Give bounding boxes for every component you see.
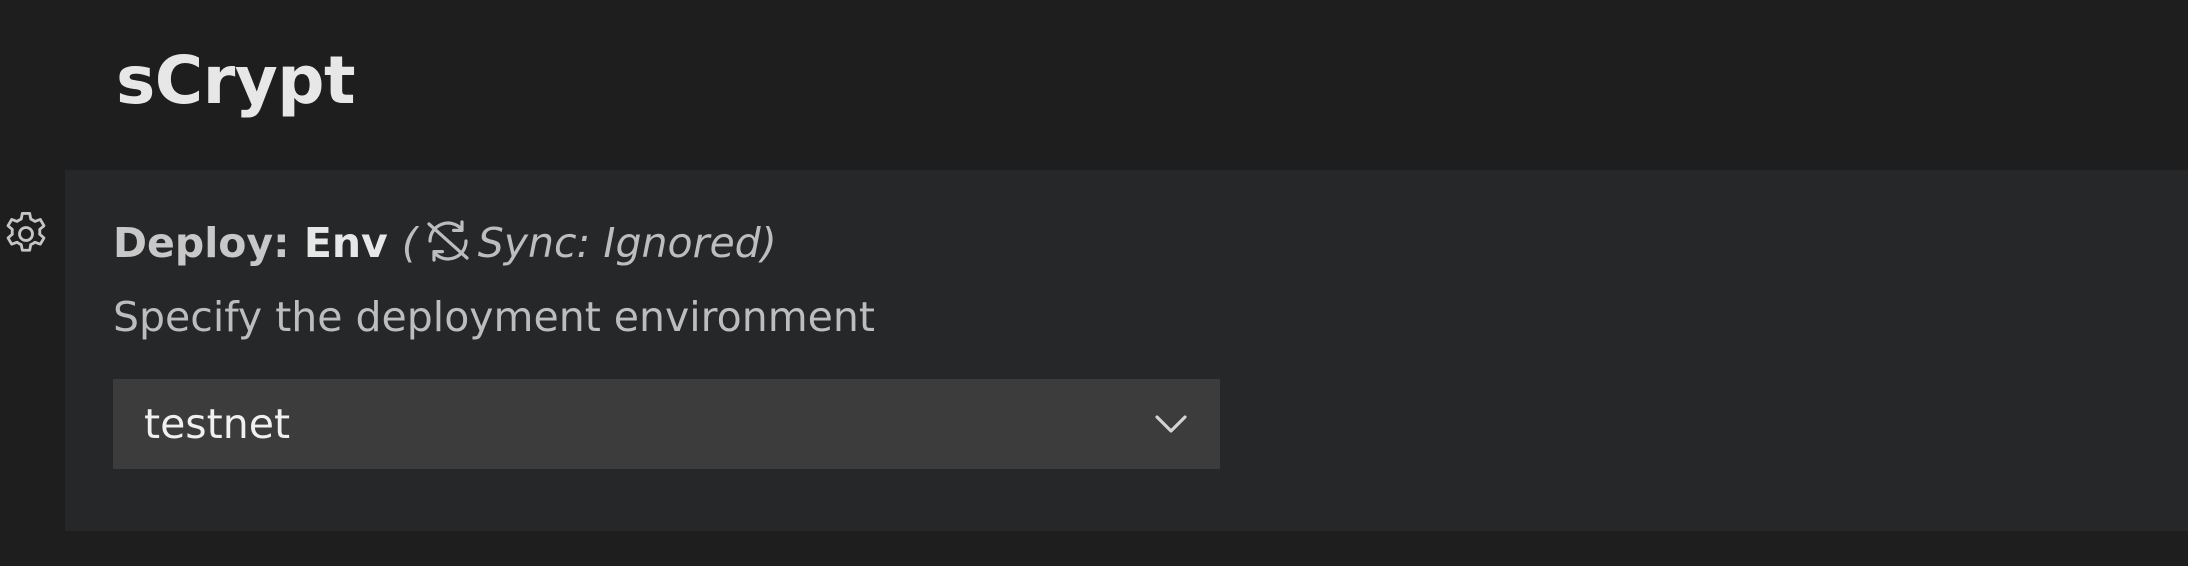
env-select[interactable]: testnet bbox=[113, 379, 1220, 469]
setting-key: Env bbox=[303, 219, 388, 267]
sync-open-paren: ( bbox=[401, 219, 418, 267]
chevron-down-icon bbox=[1155, 415, 1187, 433]
settings-page: sCrypt Deploy: Env ( Sync: Ignored) Speci… bbox=[0, 0, 2188, 566]
setting-category: Deploy: bbox=[113, 219, 304, 267]
setting-title: Deploy: Env ( Sync: Ignored) bbox=[113, 216, 777, 270]
select-value: testnet bbox=[144, 400, 291, 448]
sync-ignored-icon bbox=[427, 220, 469, 262]
section-title: sCrypt bbox=[116, 42, 356, 119]
sync-text: Sync: Ignored) bbox=[477, 219, 777, 267]
gear-icon[interactable] bbox=[0, 208, 52, 260]
setting-description: Specify the deployment environment bbox=[113, 293, 875, 341]
sync-status: ( Sync: Ignored) bbox=[402, 219, 777, 267]
